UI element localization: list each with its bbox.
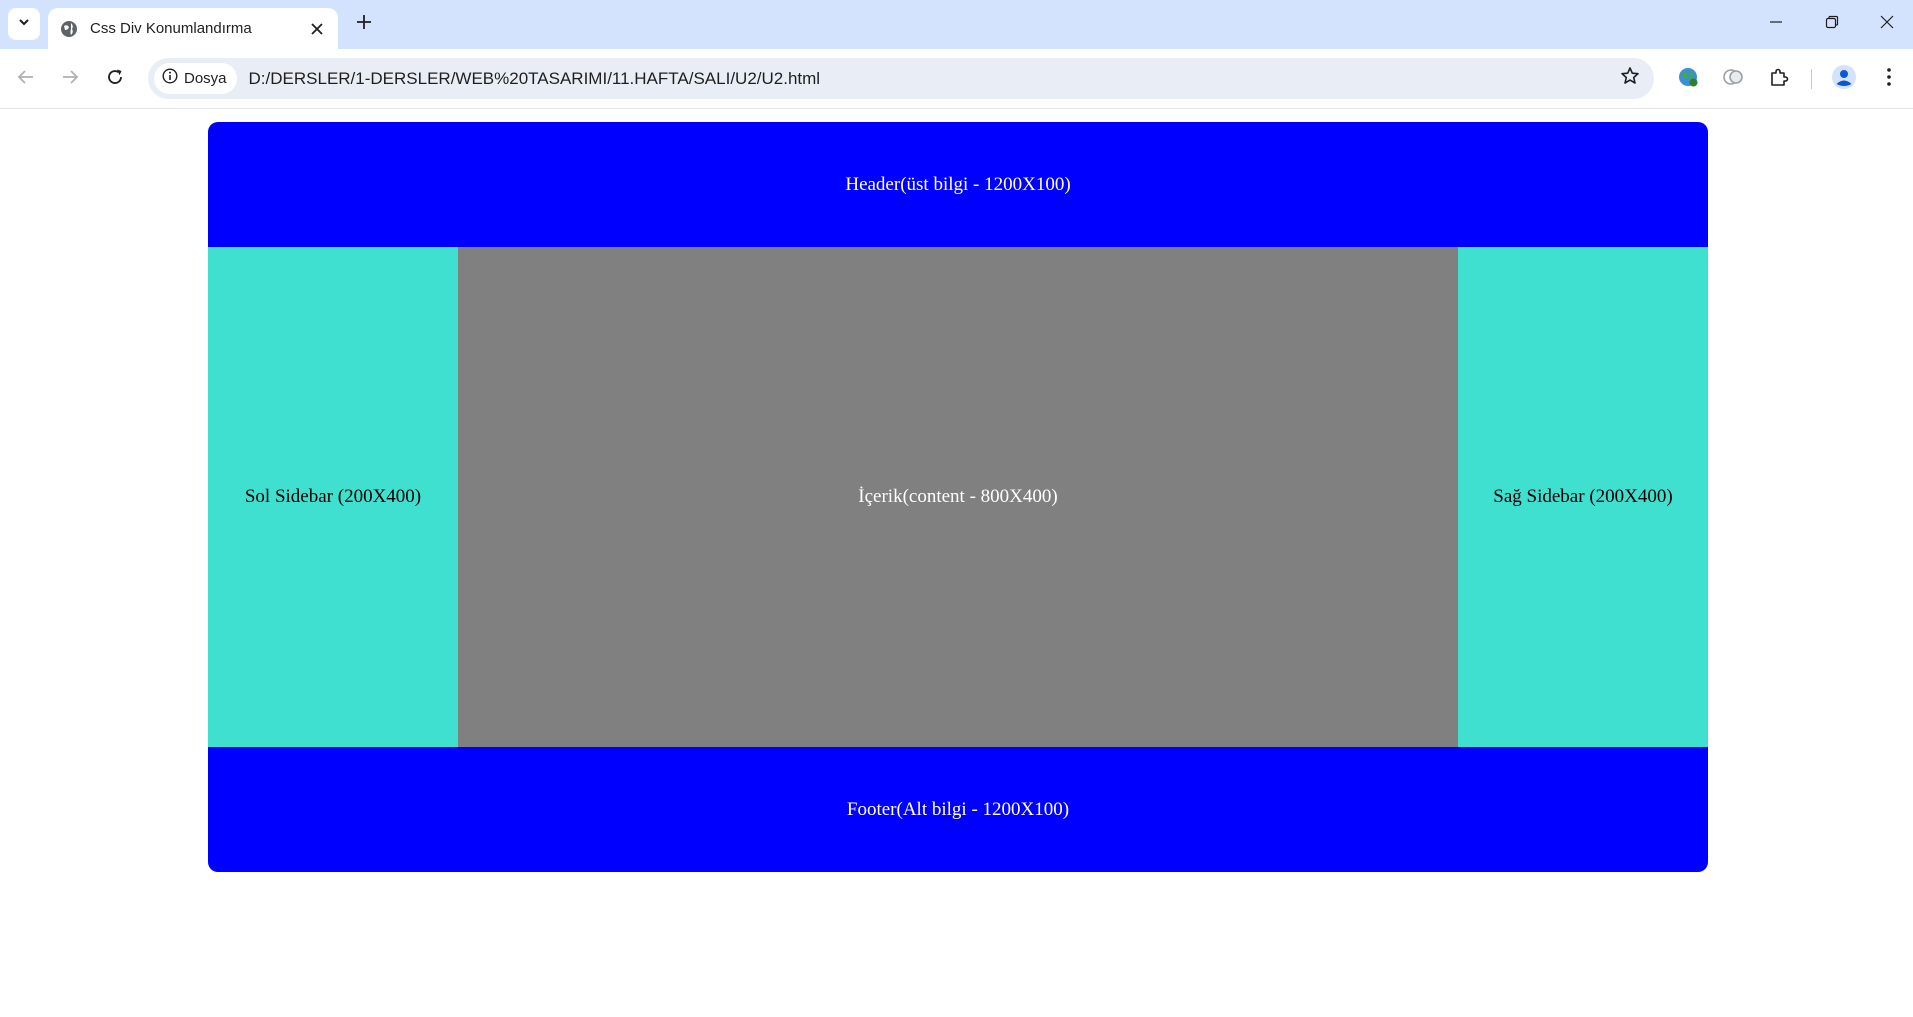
active-tab[interactable]: Css Div Konumlandırma bbox=[48, 8, 338, 49]
avatar-icon bbox=[1831, 64, 1857, 95]
page-footer: Footer(Alt bilgi - 1200X100) bbox=[208, 747, 1708, 872]
chevron-down-icon bbox=[17, 15, 31, 34]
restore-icon bbox=[1825, 15, 1839, 34]
puzzle-icon bbox=[1769, 67, 1789, 92]
extension-globe-button[interactable] bbox=[1670, 61, 1706, 97]
tab-search-button[interactable] bbox=[8, 8, 40, 40]
main-content: İçerik(content - 800X400) bbox=[458, 247, 1458, 747]
profile-button[interactable] bbox=[1826, 61, 1862, 97]
bookmark-button[interactable] bbox=[1612, 61, 1648, 97]
extension-shield-icon bbox=[1722, 66, 1744, 93]
browser-menu-button[interactable] bbox=[1871, 61, 1907, 97]
arrow-left-icon bbox=[17, 68, 35, 91]
browser-toolbar: Dosya D:/DERSLER/1-DERSLER/WEB%20TASARIM… bbox=[0, 49, 1913, 109]
left-sidebar: Sol Sidebar (200X400) bbox=[208, 247, 458, 747]
star-icon bbox=[1620, 66, 1640, 91]
new-tab-button[interactable] bbox=[350, 10, 378, 38]
address-bar[interactable]: Dosya D:/DERSLER/1-DERSLER/WEB%20TASARIM… bbox=[148, 58, 1654, 99]
toolbar-separator bbox=[1811, 69, 1812, 89]
restore-button[interactable] bbox=[1804, 0, 1860, 49]
extension-button[interactable] bbox=[1715, 61, 1751, 97]
page-header: Header(üst bilgi - 1200X100) bbox=[208, 122, 1708, 247]
reload-icon bbox=[106, 68, 124, 91]
extensions-menu-button[interactable] bbox=[1761, 61, 1797, 97]
plus-icon bbox=[356, 14, 372, 35]
earth-extension-icon bbox=[1677, 66, 1699, 93]
close-window-button[interactable] bbox=[1860, 0, 1913, 49]
reload-button[interactable] bbox=[97, 61, 133, 97]
site-chip-label: Dosya bbox=[184, 70, 227, 87]
site-info-chip[interactable]: Dosya bbox=[154, 63, 237, 94]
right-sidebar: Sağ Sidebar (200X400) bbox=[1458, 247, 1708, 747]
forward-button[interactable] bbox=[52, 61, 88, 97]
tab-close-icon[interactable] bbox=[304, 16, 330, 42]
info-icon bbox=[162, 68, 178, 89]
minimize-button[interactable] bbox=[1748, 0, 1804, 49]
minimize-icon bbox=[1769, 15, 1783, 34]
tab-strip: Css Div Konumlandırma bbox=[0, 0, 1913, 49]
globe-icon bbox=[60, 20, 78, 38]
arrow-right-icon bbox=[61, 68, 79, 91]
url-text[interactable]: D:/DERSLER/1-DERSLER/WEB%20TASARIMI/11.H… bbox=[249, 69, 1612, 89]
more-vertical-icon bbox=[1886, 67, 1892, 92]
close-icon bbox=[1880, 15, 1894, 34]
back-button[interactable] bbox=[8, 61, 44, 97]
page-layout: Header(üst bilgi - 1200X100) Sol Sidebar… bbox=[208, 122, 1708, 872]
tab-title: Css Div Konumlandırma bbox=[90, 20, 252, 37]
